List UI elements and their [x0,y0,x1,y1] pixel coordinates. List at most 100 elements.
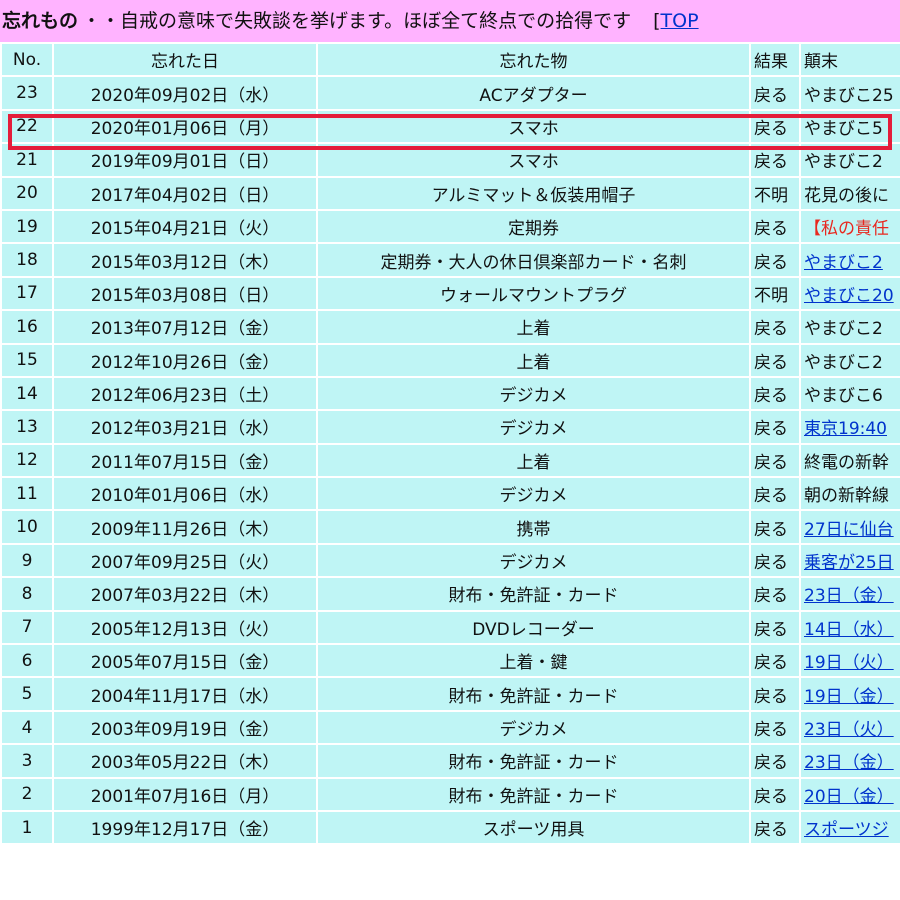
cell-date: 2005年07月15日（金） [52,643,318,679]
ending-link[interactable]: 20日（金） [804,787,894,807]
cell-item: 携帯 [316,509,751,545]
cell-date: 1999年12月17日（金） [52,809,318,846]
cell-ending: やまびこ5 [799,108,900,145]
ending-link[interactable]: 19日（金） [804,687,894,707]
cell-item: スマホ [316,142,751,178]
cell-no: 11 [0,476,54,512]
ending-link[interactable]: 19日（火） [804,653,894,673]
cell-ending[interactable]: やまびこ2 [799,242,900,278]
cell-item: スマホ [316,108,751,145]
cell-ending: やまびこ6 [799,375,900,412]
top-link-bracket: [ [653,10,661,32]
cell-no: 18 [0,242,54,278]
cell-item: デジカメ [316,542,751,579]
table-row: 3 2003年05月22日（木） 財布・免許証・カード 戻る 23日（金） [0,743,900,779]
cell-item: 財布・免許証・カード [316,676,751,712]
table-row: 12 2011年07月15日（金） 上着 戻る 終電の新幹 [0,442,900,479]
cell-date: 2020年01月06日（月） [52,108,318,145]
cell-result: 戻る [749,108,801,145]
cell-item: スポーツ用具 [316,809,751,846]
cell-date: 2015年04月21日（火） [52,208,318,245]
cell-date: 2003年09月19日（金） [52,709,318,746]
cell-ending: やまびこ25 [799,75,900,111]
cell-ending: やまびこ2 [799,142,900,178]
ending-link[interactable]: やまびこ2 [804,253,883,273]
cell-item: デジカメ [316,476,751,512]
page-header: 忘れもの ・・自戒の意味で失敗談を挙げます。ほぼ全て終点での拾得です [TOP [0,0,900,42]
cell-item: デジカメ [316,375,751,412]
cell-ending[interactable]: 東京19:40 [799,409,900,445]
ending-link[interactable]: 東京19:40 [804,419,887,439]
column-header-no: No. [0,41,54,78]
ending-link[interactable]: 乗客が25日 [804,553,894,573]
cell-ending[interactable]: スポーツジ [799,809,900,846]
cell-no: 17 [0,275,54,312]
ending-link[interactable]: 23日（金） [804,586,894,606]
cell-ending: やまびこ2 [799,342,900,378]
column-header-ending: 顛末 [799,41,900,78]
lost-items-table: No. 忘れた日 忘れた物 結果 顛末 23 2020年09月02日（水） ACアダ… [0,41,900,846]
table-row: 1 1999年12月17日（金） スポーツ用具 戻る スポーツジ [0,809,900,846]
cell-result: 戻る [749,542,801,579]
cell-result: 戻る [749,375,801,412]
cell-ending[interactable]: 23日（金） [799,743,900,779]
ending-link[interactable]: 14日（水） [804,620,894,640]
cell-date: 2015年03月08日（日） [52,275,318,312]
cell-result: 戻る [749,142,801,178]
cell-ending[interactable]: 27日に仙台 [799,509,900,545]
cell-result: 戻る [749,709,801,746]
top-link[interactable]: TOP [661,10,699,32]
ending-link[interactable]: 23日（火） [804,720,894,740]
cell-no: 13 [0,409,54,445]
cell-date: 2004年11月17日（水） [52,676,318,712]
ending-note: 【私の責任 [804,219,889,240]
cell-ending[interactable]: 19日（金） [799,676,900,712]
cell-no: 19 [0,208,54,245]
cell-ending: 終電の新幹 [799,442,900,479]
cell-result: 戻る [749,309,801,345]
cell-no: 4 [0,709,54,746]
cell-result: 戻る [749,75,801,111]
top-link-wrapper: [TOP [653,10,698,32]
cell-ending[interactable]: 乗客が25日 [799,542,900,579]
cell-result: 戻る [749,576,801,612]
table-row: 10 2009年11月26日（木） 携帯 戻る 27日に仙台 [0,509,900,545]
cell-ending[interactable]: 20日（金） [799,776,900,812]
cell-item: 上着・鍵 [316,643,751,679]
cell-result: 戻る [749,743,801,779]
cell-no: 7 [0,609,54,646]
cell-ending[interactable]: 14日（水） [799,609,900,646]
cell-no: 10 [0,509,54,545]
cell-item: 定期券 [316,208,751,245]
cell-no: 5 [0,676,54,712]
table-row: 17 2015年03月08日（日） ウォールマウントプラグ 不明 やまびこ20 [0,275,900,312]
cell-result: 戻る [749,409,801,445]
cell-item: 財布・免許証・カード [316,743,751,779]
cell-ending[interactable]: 19日（火） [799,643,900,679]
table-row: 21 2019年09月01日（日） スマホ 戻る やまびこ2 [0,142,900,178]
ending-link[interactable]: 27日に仙台 [804,520,894,540]
cell-item: 定期券・大人の休日倶楽部カード・名刺 [316,242,751,278]
cell-date: 2005年12月13日（火） [52,609,318,646]
cell-no: 16 [0,309,54,345]
cell-ending[interactable]: やまびこ20 [799,275,900,312]
cell-ending[interactable]: 23日（金） [799,576,900,612]
cell-result: 戻る [749,643,801,679]
cell-no: 12 [0,442,54,479]
cell-item: デジカメ [316,709,751,746]
cell-ending[interactable]: 23日（火） [799,709,900,746]
cell-date: 2010年01月06日（水） [52,476,318,512]
table-row: 18 2015年03月12日（木） 定期券・大人の休日倶楽部カード・名刺 戻る やまびこ… [0,242,900,278]
ending-link[interactable]: やまびこ20 [804,286,894,306]
cell-date: 2012年10月26日（金） [52,342,318,378]
cell-date: 2015年03月12日（木） [52,242,318,278]
cell-no: 14 [0,375,54,412]
cell-result: 戻る [749,442,801,479]
table-row: 7 2005年12月13日（火） DVDレコーダー 戻る 14日（水） [0,609,900,646]
cell-no: 8 [0,576,54,612]
cell-no: 20 [0,175,54,211]
cell-ending: 朝の新幹線 [799,476,900,512]
ending-link[interactable]: 23日（金） [804,753,894,773]
table-row: 16 2013年07月12日（金） 上着 戻る やまびこ2 [0,309,900,345]
ending-link[interactable]: スポーツジ [804,820,889,840]
